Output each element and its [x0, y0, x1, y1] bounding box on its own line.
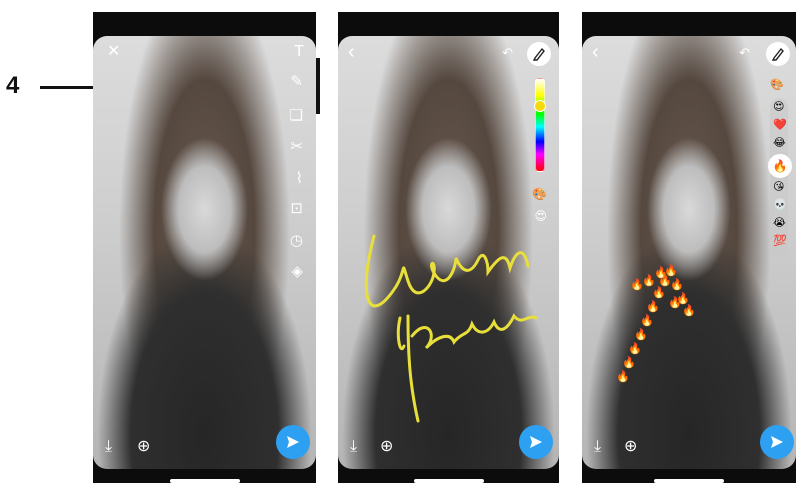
fire-mark: 🔥 [654, 267, 668, 279]
fire-mark: 🔥 [640, 315, 654, 327]
fire-mark: 🔥 [622, 357, 636, 369]
camera-preview: ‹ ↶ 🎨 😍 ❤️ 😂 🔥 😘 💀 😭 💯 🔥 🔥 🔥 🔥 🔥 🔥 🔥 🔥 🔥… [582, 36, 796, 469]
fire-mark: 🔥 [628, 343, 642, 355]
fire-mark: 🔥 [616, 371, 630, 383]
home-indicator [654, 479, 724, 483]
send-arrow-icon [530, 436, 542, 448]
fire-mark: 🔥 [646, 301, 660, 313]
add-story-icon[interactable]: ⊕ [380, 439, 393, 455]
add-story-icon[interactable]: ⊕ [137, 439, 150, 455]
download-icon[interactable]: ⤓ [594, 439, 601, 455]
home-indicator [413, 479, 484, 483]
timer-icon[interactable]: ◷ [290, 233, 303, 248]
home-indicator [169, 479, 240, 483]
close-icon[interactable]: ✕ [107, 44, 120, 60]
camera-preview: ‹ ↶ 🎨 😍 lorem ipsum ⤓ ⊕ [338, 36, 559, 469]
phone-panel-emoji-draw: ‹ ↶ 🎨 😍 ❤️ 😂 🔥 😘 💀 😭 💯 🔥 🔥 🔥 🔥 🔥 🔥 🔥 🔥 🔥… [582, 12, 796, 483]
callout-number: 4 [6, 72, 20, 99]
send-button[interactable] [519, 425, 553, 459]
handwriting-drawing [364, 234, 538, 423]
paperclip-icon[interactable]: ⌇ [296, 171, 303, 186]
fire-mark: 🔥 [634, 329, 648, 341]
fire-emoji-stroke: 🔥 🔥 🔥 🔥 🔥 🔥 🔥 🔥 🔥 🔥 🔥 🔥 🔥 🔥 🔥 🔥 [582, 36, 796, 469]
scissors-icon[interactable]: ✂ [290, 139, 303, 154]
fire-mark: 🔥 [682, 305, 696, 317]
add-story-icon[interactable]: ⊕ [624, 439, 637, 455]
sticker-icon[interactable]: ❏ [290, 108, 303, 123]
send-arrow-icon [771, 436, 783, 448]
camera-preview: ✕ T ✎ ❏ ✂ ⌇ ⊡ ◷ ◈ ⤓ ⊕ [93, 36, 316, 469]
download-icon[interactable]: ⤓ [105, 439, 112, 455]
layers-icon[interactable]: ◈ [291, 264, 303, 279]
fire-mark: 🔥 [670, 279, 684, 291]
crop-icon[interactable]: ⊡ [290, 201, 303, 216]
text-tool-icon[interactable]: T [294, 44, 304, 60]
send-button[interactable] [276, 425, 310, 459]
fire-mark: 🔥 [668, 297, 682, 309]
pencil-icon[interactable]: ✎ [290, 74, 303, 89]
download-icon[interactable]: ⤓ [350, 439, 357, 455]
phone-panel-tools: ✕ T ✎ ❏ ✂ ⌇ ⊡ ◷ ◈ ⤓ ⊕ [93, 12, 316, 483]
phone-panel-draw: ‹ ↶ 🎨 😍 lorem ipsum ⤓ ⊕ [338, 12, 559, 483]
fire-mark: 🔥 [652, 287, 666, 299]
send-button[interactable] [760, 425, 794, 459]
send-arrow-icon [287, 436, 299, 448]
